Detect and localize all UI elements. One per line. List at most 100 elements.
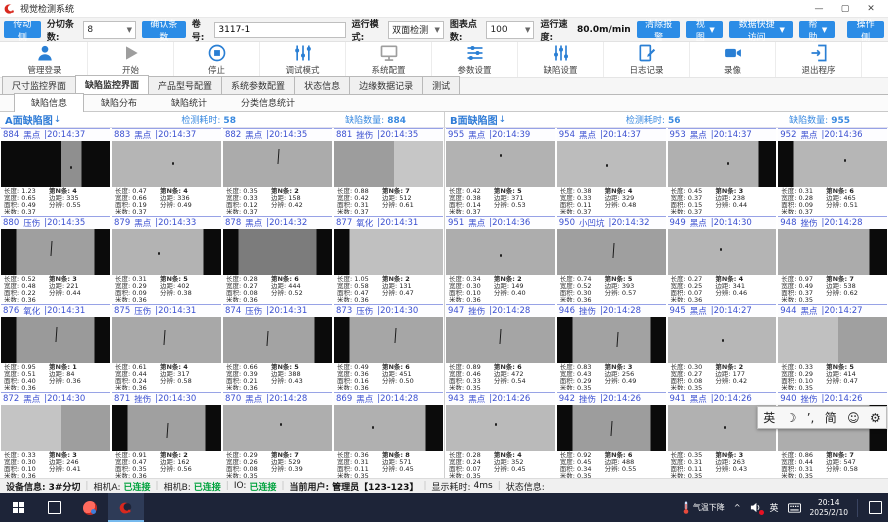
- hidden-icons-chevron[interactable]: ^: [734, 503, 741, 512]
- defect-image[interactable]: [557, 229, 666, 275]
- defect-image[interactable]: [334, 405, 443, 451]
- defect-cell[interactable]: 870 黑点 |20:14:28 长度: 0.29 宽度: 0.26 面积: 0…: [223, 392, 332, 478]
- defect-cell[interactable]: 944 黑点 |20:14:27 长度: 0.33 宽度: 0.29 面积: 0…: [778, 304, 887, 390]
- defect-cell[interactable]: 878 黑点 |20:14:32 长度: 0.28 宽度: 0.27 面积: 0…: [223, 216, 332, 302]
- log-action-button[interactable]: 日志记录: [604, 42, 690, 77]
- quick-access-menu-button[interactable]: 数据快捷访问▼: [729, 21, 793, 38]
- ime-lang-english[interactable]: 英: [763, 409, 775, 426]
- defect-image[interactable]: [334, 317, 443, 363]
- defect-cell[interactable]: 946 挫伤 |20:14:28 长度: 0.83 宽度: 0.43 面积: 0…: [557, 304, 666, 390]
- volume-tray-item[interactable]: [750, 502, 761, 513]
- debug-sliders-action-button[interactable]: 调试模式: [260, 42, 346, 77]
- defect-settings-action-button[interactable]: 缺陷设置: [518, 42, 604, 77]
- defect-cell[interactable]: 882 黑点 |20:14:35 长度: 0.35 宽度: 0.33 面积: 0…: [223, 128, 332, 214]
- play-action-button[interactable]: 开始: [88, 42, 174, 77]
- help-menu-button[interactable]: 帮助▼: [799, 21, 835, 38]
- defect-image[interactable]: [1, 405, 110, 451]
- main-tab[interactable]: 边缘数据记录: [349, 76, 423, 94]
- main-tab[interactable]: 产品型号配置: [148, 76, 222, 94]
- defect-image[interactable]: [557, 141, 666, 187]
- defect-cell[interactable]: 874 压伤 |20:14:31 长度: 0.66 宽度: 0.39 面积: 0…: [223, 304, 332, 390]
- defect-cell[interactable]: 952 黑点 |20:14:36 长度: 0.31 宽度: 0.28 面积: 0…: [778, 128, 887, 214]
- defect-cell[interactable]: 884 黑点 |20:14:37 长度: 1.23 宽度: 0.65 面积: 0…: [1, 128, 110, 214]
- main-tab[interactable]: 尺寸监控界面: [2, 76, 76, 94]
- exit-action-button[interactable]: 退出程序: [776, 42, 862, 77]
- defect-image[interactable]: [223, 405, 332, 451]
- ime-settings-icon[interactable]: ⚙: [870, 411, 881, 425]
- defect-image[interactable]: [223, 317, 332, 363]
- defect-image[interactable]: [223, 229, 332, 275]
- record-camera-action-button[interactable]: 录像: [690, 42, 776, 77]
- main-tab[interactable]: 缺陷监控界面: [75, 75, 149, 94]
- sub-tab[interactable]: 缺陷分布: [84, 93, 154, 111]
- defect-image[interactable]: [334, 141, 443, 187]
- action-center-button[interactable]: [867, 501, 882, 514]
- defect-image[interactable]: [334, 229, 443, 275]
- minimize-icon[interactable]: —: [806, 1, 832, 17]
- stop-action-button[interactable]: 停止: [174, 42, 260, 77]
- main-tab[interactable]: 测试: [422, 76, 460, 94]
- sub-tab[interactable]: 分类信息统计: [224, 93, 312, 111]
- touch-keyboard-icon[interactable]: [788, 503, 801, 513]
- operator-side-button[interactable]: 操作侧: [847, 21, 884, 38]
- task-view-button[interactable]: [36, 493, 72, 522]
- defect-cell[interactable]: 955 黑点 |20:14:39 长度: 0.42 宽度: 0.38 面积: 0…: [446, 128, 555, 214]
- defect-image[interactable]: [112, 317, 221, 363]
- taskbar-app-detection-system[interactable]: [108, 493, 144, 522]
- ime-toolbar[interactable]: 英 ☽ ’, 简 ☺ ⚙: [757, 406, 887, 429]
- sub-tab[interactable]: 缺陷统计: [154, 93, 224, 111]
- defect-cell[interactable]: 883 黑点 |20:14:37 长度: 0.47 宽度: 0.66 面积: 0…: [112, 128, 221, 214]
- clear-alarm-button[interactable]: 清除报警: [637, 21, 681, 38]
- defect-cell[interactable]: 880 压伤 |20:14:35 长度: 0.52 宽度: 0.48 面积: 0…: [1, 216, 110, 302]
- defect-image[interactable]: [1, 141, 110, 187]
- drive-side-button[interactable]: 传动侧: [4, 21, 41, 38]
- defect-image[interactable]: [668, 317, 777, 363]
- user-action-button[interactable]: 管理登录: [2, 42, 88, 77]
- defect-cell[interactable]: 873 压伤 |20:14:30 长度: 0.49 宽度: 0.36 面积: 0…: [334, 304, 443, 390]
- taskbar-clock[interactable]: 20:14 2025/2/10: [810, 498, 848, 517]
- defect-image[interactable]: [1, 317, 110, 363]
- defect-image[interactable]: [668, 141, 777, 187]
- parameters-action-button[interactable]: 参数设置: [432, 42, 518, 77]
- ime-moon-icon[interactable]: ☽: [786, 411, 797, 425]
- defect-cell[interactable]: 949 黑点 |20:14:30 长度: 0.27 宽度: 0.25 面积: 0…: [668, 216, 777, 302]
- main-tab[interactable]: 系统参数配置: [221, 76, 295, 94]
- sort-descending-icon[interactable]: ↓: [499, 115, 507, 125]
- roll-number-input[interactable]: [214, 22, 345, 38]
- defect-cell[interactable]: 876 氧化 |20:14:31 长度: 0.95 宽度: 0.51 面积: 0…: [1, 304, 110, 390]
- defect-image[interactable]: [112, 141, 221, 187]
- defect-image[interactable]: [446, 229, 555, 275]
- weather-tray-item[interactable]: 气温下降: [682, 501, 725, 514]
- defect-cell[interactable]: 945 黑点 |20:14:27 长度: 0.30 宽度: 0.27 面积: 0…: [668, 304, 777, 390]
- ime-emoji-icon[interactable]: ☺: [847, 411, 860, 425]
- defect-cell[interactable]: 951 黑点 |20:14:36 长度: 0.34 宽度: 0.30 面积: 0…: [446, 216, 555, 302]
- defect-cell[interactable]: 871 挫伤 |20:14:30 长度: 0.91 宽度: 0.47 面积: 0…: [112, 392, 221, 478]
- close-icon[interactable]: ✕: [858, 1, 884, 17]
- chart-points-select[interactable]: 100▼: [486, 21, 534, 39]
- defect-image[interactable]: [557, 317, 666, 363]
- slit-count-select[interactable]: 8▼: [83, 21, 136, 39]
- defect-cell[interactable]: 950 小凹坑 |20:14:32 长度: 0.74 宽度: 0.52 面积: …: [557, 216, 666, 302]
- defect-cell[interactable]: 953 黑点 |20:14:37 长度: 0.45 宽度: 0.37 面积: 0…: [668, 128, 777, 214]
- defect-image[interactable]: [112, 229, 221, 275]
- taskbar-app-1[interactable]: [72, 493, 108, 522]
- defect-cell[interactable]: 954 黑点 |20:14:37 长度: 0.38 宽度: 0.33 面积: 0…: [557, 128, 666, 214]
- start-button[interactable]: [0, 493, 36, 522]
- ime-language-indicator[interactable]: 英: [770, 501, 779, 514]
- main-tab[interactable]: 状态信息: [294, 76, 350, 94]
- defect-image[interactable]: [668, 229, 777, 275]
- defect-cell[interactable]: 942 挫伤 |20:14:26 长度: 0.92 宽度: 0.45 面积: 0…: [557, 392, 666, 478]
- defect-image[interactable]: [446, 141, 555, 187]
- defect-image[interactable]: [112, 405, 221, 451]
- defect-image[interactable]: [778, 317, 887, 363]
- defect-image[interactable]: [1, 229, 110, 275]
- defect-image[interactable]: [778, 141, 887, 187]
- sub-tab[interactable]: 缺陷信息: [14, 93, 84, 112]
- defect-cell[interactable]: 940 挫伤 |20:14:26 长度: 0.86 宽度: 0.44 面积: 0…: [778, 392, 887, 478]
- ime-punctuation-icon[interactable]: ’,: [807, 411, 815, 425]
- defect-cell[interactable]: 941 黑点 |20:14:26 长度: 0.35 宽度: 0.31 面积: 0…: [668, 392, 777, 478]
- defect-image[interactable]: [778, 229, 887, 275]
- maximize-icon[interactable]: ▢: [832, 1, 858, 17]
- defect-cell[interactable]: 947 挫伤 |20:14:28 长度: 0.89 宽度: 0.46 面积: 0…: [446, 304, 555, 390]
- ime-simplified-chinese[interactable]: 简: [825, 409, 837, 426]
